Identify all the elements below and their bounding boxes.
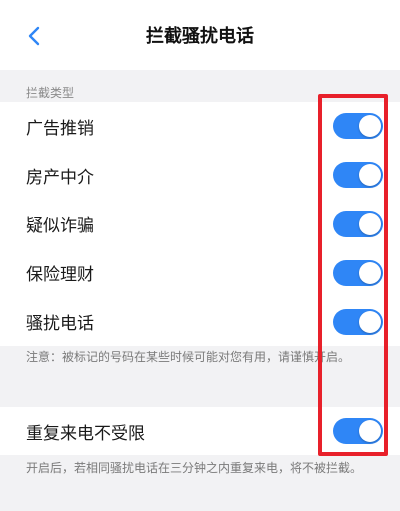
toggle-knob (359, 115, 381, 138)
row-label: 房产中介 (26, 167, 94, 188)
toggle-knob (359, 420, 381, 442)
section-label: 拦截类型 (26, 86, 75, 100)
row-label: 广告推销 (26, 118, 94, 139)
row-label: 保险理财 (26, 265, 94, 286)
repeat-call-note: 开启后，若相同骚扰电话在三分钟之内重复来电，将不被拦截。 (26, 461, 363, 475)
toggle-switch[interactable] (333, 308, 383, 335)
toggle-knob (359, 164, 381, 187)
row-label: 疑似诈骗 (26, 216, 94, 237)
row-label: 骚扰电话 (26, 314, 94, 335)
toggle-knob (359, 310, 381, 333)
toggle-knob (359, 212, 381, 235)
repeat-call-group: 重复来电不受限 (0, 407, 400, 455)
toggle-switch[interactable] (333, 210, 383, 237)
caution-note: 注意：被标记的号码在某些时候可能对您有用，请谨慎开启。 (26, 350, 351, 364)
row-label: 重复来电不受限 (26, 423, 145, 444)
toggle-switch[interactable] (333, 418, 383, 444)
toggle-switch[interactable] (333, 162, 383, 189)
list-item: 重复来电不受限 (0, 407, 400, 455)
toggle-knob (359, 261, 381, 284)
list-item: 保险理财 (0, 248, 400, 297)
header: 拦截骚扰电话 (0, 8, 400, 70)
list-item: 骚扰电话 (0, 297, 400, 346)
page-title: 拦截骚扰电话 (146, 26, 254, 47)
list-item: 房产中介 (0, 151, 400, 200)
block-type-list: 广告推销 房产中介 疑似诈骗 保险理财 骚扰电话 (0, 102, 400, 346)
list-item: 广告推销 (0, 102, 400, 151)
status-bar (0, 0, 400, 8)
list-item: 疑似诈骗 (0, 200, 400, 249)
toggle-switch[interactable] (333, 113, 383, 140)
toggle-switch[interactable] (333, 259, 383, 286)
